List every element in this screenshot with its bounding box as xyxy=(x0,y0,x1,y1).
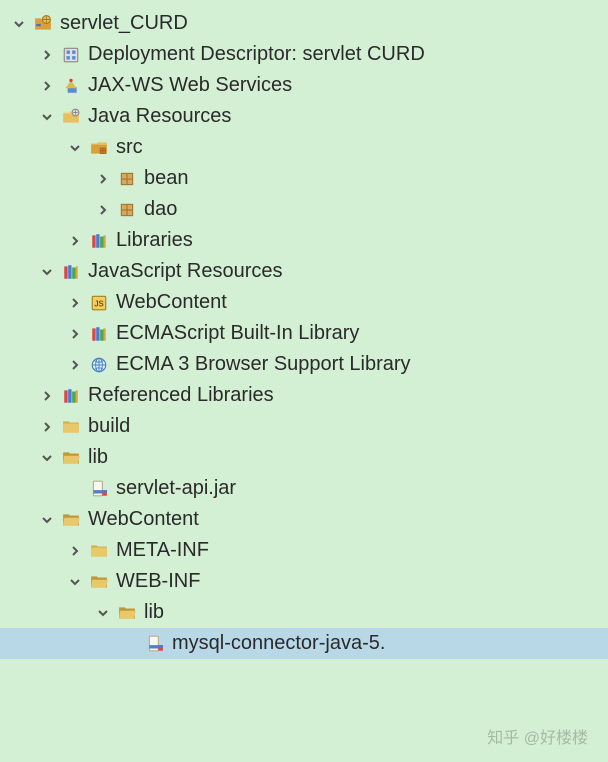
chevron-down-icon[interactable] xyxy=(38,514,56,526)
folder-icon xyxy=(60,416,82,438)
chevron-right-icon[interactable] xyxy=(38,80,56,92)
tree-node-label: Java Resources xyxy=(88,105,231,128)
java-resources-icon xyxy=(60,106,82,128)
tree-node[interactable]: dao xyxy=(0,194,608,225)
tree-node-label: lib xyxy=(88,446,108,469)
project-icon xyxy=(32,13,54,35)
chevron-down-icon[interactable] xyxy=(10,18,28,30)
tree-node[interactable]: src xyxy=(0,132,608,163)
chevron-right-icon[interactable] xyxy=(66,328,84,340)
chevron-right-icon[interactable] xyxy=(38,421,56,433)
jax-ws-icon xyxy=(60,75,82,97)
deployment-descriptor-icon xyxy=(60,44,82,66)
tree-node-label: ECMAScript Built-In Library xyxy=(116,322,359,345)
folder-open-icon xyxy=(88,571,110,593)
tree-node[interactable]: JS WebContent xyxy=(0,287,608,318)
folder-open-icon xyxy=(60,447,82,469)
chevron-right-icon[interactable] xyxy=(94,204,112,216)
tree-node[interactable]: JAX-WS Web Services xyxy=(0,70,608,101)
chevron-right-icon[interactable] xyxy=(66,545,84,557)
chevron-down-icon[interactable] xyxy=(38,266,56,278)
tree-node-label: JavaScript Resources xyxy=(88,260,283,283)
tree-node-label: servlet-api.jar xyxy=(116,477,236,500)
tree-node[interactable]: Java Resources xyxy=(0,101,608,132)
library-icon xyxy=(88,230,110,252)
globe-icon xyxy=(88,354,110,376)
tree-node-label: mysql-connector-java-5. xyxy=(172,632,385,655)
tree-node-label: dao xyxy=(144,198,177,221)
chevron-down-icon[interactable] xyxy=(94,607,112,619)
tree-node-label: src xyxy=(116,136,143,159)
watermark: 知乎 @好楼楼 xyxy=(487,724,588,748)
tree-node[interactable]: WebContent xyxy=(0,504,608,535)
tree-node-label: lib xyxy=(144,601,164,624)
project-tree: servlet_CURD Deployment Descriptor: servl… xyxy=(0,8,608,659)
jar-icon xyxy=(88,478,110,500)
tree-node-label: build xyxy=(88,415,130,438)
chevron-right-icon[interactable] xyxy=(38,390,56,402)
tree-node[interactable]: lib xyxy=(0,442,608,473)
tree-node-label: ECMA 3 Browser Support Library xyxy=(116,353,411,376)
tree-node[interactable]: META-INF xyxy=(0,535,608,566)
tree-node[interactable]: ECMA 3 Browser Support Library xyxy=(0,349,608,380)
folder-icon xyxy=(88,540,110,562)
folder-open-icon xyxy=(60,509,82,531)
package-icon xyxy=(116,199,138,221)
tree-node[interactable]: servlet-api.jar xyxy=(0,473,608,504)
tree-node[interactable]: lib xyxy=(0,597,608,628)
jar-icon xyxy=(144,633,166,655)
chevron-right-icon[interactable] xyxy=(66,235,84,247)
chevron-down-icon[interactable] xyxy=(38,452,56,464)
tree-node[interactable]: servlet_CURD xyxy=(0,8,608,39)
tree-node[interactable]: JavaScript Resources xyxy=(0,256,608,287)
tree-node-label: Libraries xyxy=(116,229,193,252)
folder-open-icon xyxy=(116,602,138,624)
tree-node[interactable]: Referenced Libraries xyxy=(0,380,608,411)
svg-text:JS: JS xyxy=(94,299,104,308)
tree-node-label: bean xyxy=(144,167,189,190)
tree-node-label: META-INF xyxy=(116,539,209,562)
tree-node[interactable]: mysql-connector-java-5. xyxy=(0,628,608,659)
tree-node[interactable]: Libraries xyxy=(0,225,608,256)
chevron-right-icon[interactable] xyxy=(66,359,84,371)
tree-node[interactable]: WEB-INF xyxy=(0,566,608,597)
library-icon xyxy=(88,323,110,345)
tree-node[interactable]: bean xyxy=(0,163,608,194)
chevron-down-icon[interactable] xyxy=(66,142,84,154)
tree-node-label: servlet_CURD xyxy=(60,12,188,35)
webcontent-icon: JS xyxy=(88,292,110,314)
tree-node-label: Referenced Libraries xyxy=(88,384,274,407)
tree-node[interactable]: ECMAScript Built-In Library xyxy=(0,318,608,349)
tree-node[interactable]: Deployment Descriptor: servlet CURD xyxy=(0,39,608,70)
tree-node-label: JAX-WS Web Services xyxy=(88,74,292,97)
chevron-down-icon[interactable] xyxy=(38,111,56,123)
chevron-right-icon[interactable] xyxy=(38,49,56,61)
library-icon xyxy=(60,385,82,407)
tree-node-label: Deployment Descriptor: servlet CURD xyxy=(88,43,425,66)
source-folder-icon xyxy=(88,137,110,159)
package-icon xyxy=(116,168,138,190)
tree-node-label: WEB-INF xyxy=(116,570,200,593)
chevron-right-icon[interactable] xyxy=(66,297,84,309)
chevron-right-icon[interactable] xyxy=(94,173,112,185)
chevron-down-icon[interactable] xyxy=(66,576,84,588)
tree-node-label: WebContent xyxy=(88,508,199,531)
tree-node[interactable]: build xyxy=(0,411,608,442)
library-icon xyxy=(60,261,82,283)
tree-node-label: WebContent xyxy=(116,291,227,314)
